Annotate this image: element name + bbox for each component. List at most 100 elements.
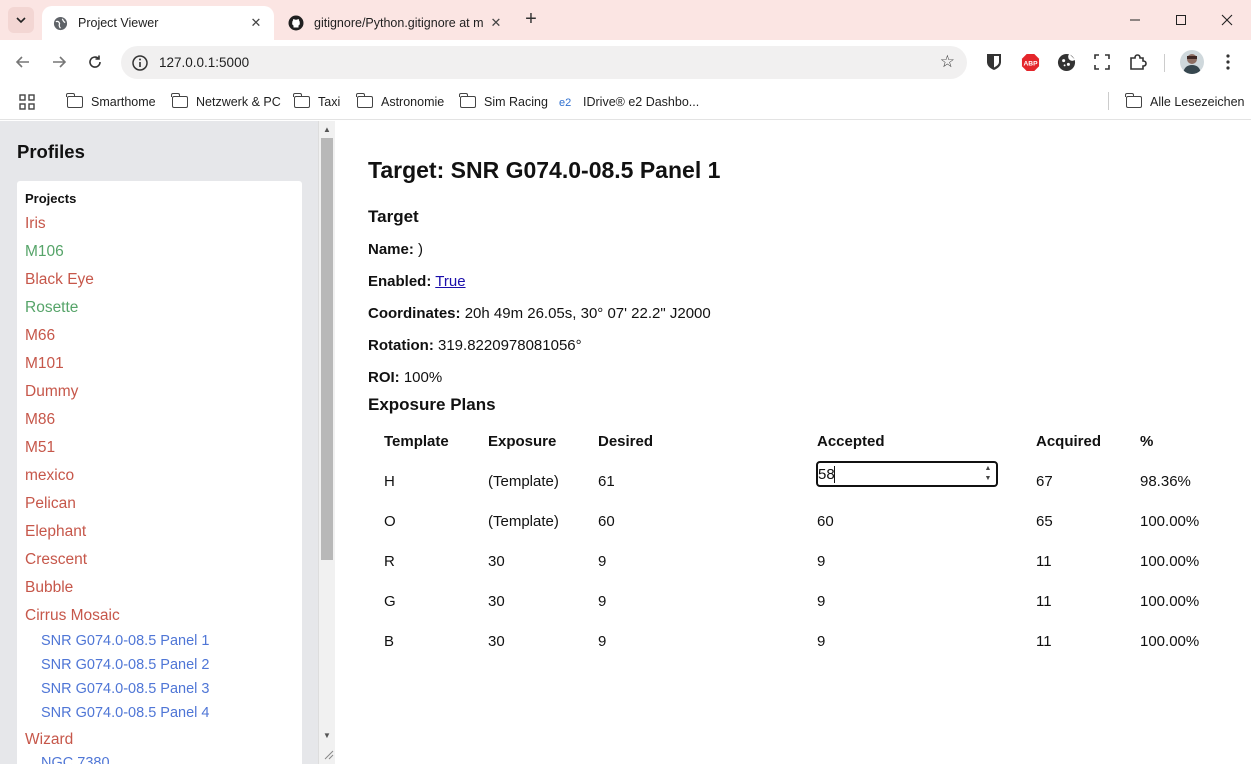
cookie-icon[interactable] <box>1056 52 1076 72</box>
sidebar-item-project[interactable]: M86 <box>25 411 55 429</box>
cell-acquired: 11 <box>1036 593 1052 610</box>
svg-text:ABP: ABP <box>1023 60 1038 67</box>
bookmark-label: Sim Racing <box>484 95 548 109</box>
site-info-icon[interactable] <box>131 54 149 72</box>
sidebar-item-project[interactable]: M51 <box>25 439 55 457</box>
bookmark-folder[interactable]: Netzwerk & PC <box>171 93 281 111</box>
apps-icon[interactable] <box>19 93 35 111</box>
sidebar: Profiles Projects Iris M106 Black Eye Roset… <box>0 121 318 764</box>
sidebar-item-project[interactable]: Cirrus Mosaic <box>25 607 120 625</box>
cell-exposure: (Template) <box>488 513 559 530</box>
resize-handle-icon[interactable] <box>322 748 334 760</box>
kebab-menu-icon[interactable] <box>1218 52 1238 72</box>
bookmark-folder-all[interactable]: Alle Lesezeichen <box>1125 93 1245 111</box>
toolbar-divider <box>1164 54 1165 72</box>
puzzle-icon[interactable] <box>1128 52 1148 72</box>
close-icon <box>1221 14 1233 26</box>
cell-exposure: 30 <box>488 593 505 610</box>
sidebar-item-project[interactable]: Iris <box>25 215 46 233</box>
tab-project-viewer[interactable]: Project Viewer ✕ <box>42 6 274 40</box>
minimize-button[interactable] <box>1112 0 1158 40</box>
cell-accepted: 60 <box>817 513 834 530</box>
url-text[interactable]: 127.0.0.1:5000 <box>159 55 249 70</box>
sidebar-item-project[interactable]: SNR G074.0-08.5 Panel 2 <box>41 657 209 673</box>
maximize-button[interactable] <box>1158 0 1204 40</box>
bookmark-link[interactable]: e2 IDrive® e2 Dashbo... <box>559 93 699 111</box>
sidebar-item-project[interactable]: M101 <box>25 355 64 373</box>
enabled-field: Enabled: True <box>368 273 466 290</box>
text-caret <box>834 466 835 483</box>
close-icon[interactable]: ✕ <box>488 15 504 31</box>
sidebar-scrollbar[interactable]: ▲ ▼ <box>318 121 335 764</box>
reload-icon <box>89 55 101 68</box>
browser-toolbar: 127.0.0.1:5000 ☆ ABP <box>0 40 1251 84</box>
sidebar-item-project[interactable]: mexico <box>25 467 74 485</box>
sidebar-item-project[interactable]: Wizard <box>25 731 73 749</box>
close-window-button[interactable] <box>1204 0 1250 40</box>
cell-desired: 9 <box>598 593 607 610</box>
rotation-field: Rotation: 319.8220978081056° <box>368 337 582 354</box>
sidebar-item-project[interactable]: Black Eye <box>25 271 94 289</box>
cell-accepted: 9 <box>817 593 826 610</box>
back-button[interactable] <box>11 50 35 74</box>
sidebar-item-project[interactable]: SNR G074.0-08.5 Panel 1 <box>41 633 209 649</box>
accepted-number-input[interactable]: 58 ▲ ▼ <box>816 461 998 487</box>
roi-value: 100% <box>403 369 443 386</box>
folder-icon <box>171 93 188 108</box>
reload-button[interactable] <box>83 50 107 74</box>
bookmark-folder[interactable]: Smarthome <box>66 93 156 111</box>
cell-desired: 60 <box>598 513 615 530</box>
adblock-icon[interactable]: ABP <box>1020 52 1040 72</box>
svg-text:e2: e2 <box>559 97 571 108</box>
scrollbar-thumb[interactable] <box>321 138 333 560</box>
forward-button[interactable] <box>47 50 71 74</box>
chevron-down-icon <box>16 17 26 24</box>
sidebar-item-project[interactable]: Elephant <box>25 523 86 541</box>
cell-exposure: 30 <box>488 633 505 650</box>
enabled-link[interactable]: True <box>435 273 465 290</box>
cell-percent: 100.00% <box>1140 513 1200 530</box>
sidebar-item-project[interactable]: NGC 7380 <box>41 755 110 764</box>
cell-desired: 9 <box>598 633 607 650</box>
sidebar-item-project[interactable]: M106 <box>25 243 64 261</box>
accepted-input-value[interactable]: 58 <box>818 466 835 483</box>
folder-icon <box>293 93 310 108</box>
projects-panel: Projects Iris M106 Black Eye Rosette M66 M101… <box>17 181 302 764</box>
tab-strip: Project Viewer ✕ gitignore/Python.gitign… <box>0 0 1251 40</box>
close-icon[interactable]: ✕ <box>248 15 264 31</box>
sidebar-item-project[interactable]: M66 <box>25 327 55 345</box>
avatar[interactable] <box>1180 50 1204 74</box>
sidebar-item-project[interactable]: Crescent <box>25 551 87 569</box>
scroll-up-icon[interactable]: ▲ <box>319 123 335 137</box>
bookmarks-divider <box>1108 92 1109 110</box>
rotation-label: Rotation: <box>368 337 434 354</box>
maximize-icon <box>1176 15 1186 25</box>
sidebar-item-project[interactable]: Pelican <box>25 495 76 513</box>
coordinates-field: Coordinates: 20h 49m 26.05s, 30° 07' 22.… <box>368 305 711 322</box>
sidebar-item-project[interactable]: SNR G074.0-08.5 Panel 3 <box>41 681 209 697</box>
tab-search-button[interactable] <box>8 7 34 33</box>
cell-percent: 100.00% <box>1140 553 1200 570</box>
coordinates-value: 20h 49m 26.05s, 30° 07' 22.2" J2000 <box>464 305 711 322</box>
address-bar[interactable]: 127.0.0.1:5000 ☆ <box>121 46 967 79</box>
bookmark-star-icon[interactable]: ☆ <box>940 52 955 72</box>
tab-gitignore[interactable]: gitignore/Python.gitignore at m ✕ <box>278 6 514 40</box>
screenshot-icon[interactable] <box>1092 52 1112 72</box>
spinner-arrows-icon[interactable]: ▲ ▼ <box>982 464 994 484</box>
bookmark-folder[interactable]: Sim Racing <box>459 93 548 111</box>
bookmark-folder[interactable]: Taxi <box>293 93 340 111</box>
minimize-icon <box>1130 19 1140 21</box>
sidebar-item-project[interactable]: SNR G074.0-08.5 Panel 4 <box>41 705 209 721</box>
new-tab-button[interactable]: + <box>520 9 542 31</box>
name-field: Name: ) <box>368 241 423 258</box>
cell-desired: 9 <box>598 553 607 570</box>
sidebar-item-project[interactable]: Rosette <box>25 299 78 317</box>
tab-title: gitignore/Python.gitignore at m <box>314 16 484 30</box>
bookmark-folder[interactable]: Astronomie <box>356 93 444 111</box>
sidebar-item-project[interactable]: Dummy <box>25 383 78 401</box>
scroll-down-icon[interactable]: ▼ <box>319 729 335 743</box>
sidebar-item-project[interactable]: Bubble <box>25 579 73 597</box>
bitwarden-icon[interactable] <box>984 52 1004 72</box>
cell-exposure: 30 <box>488 553 505 570</box>
cell-acquired: 11 <box>1036 553 1052 570</box>
